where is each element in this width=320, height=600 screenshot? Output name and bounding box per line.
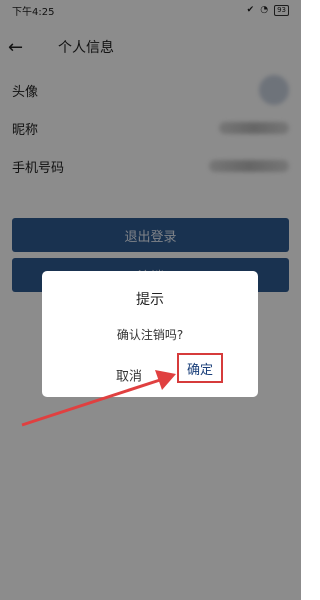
cancel-button[interactable]: 取消 — [116, 366, 142, 385]
confirm-dialog: 提示 确认注销吗? 取消 确定 — [42, 271, 258, 397]
confirm-button[interactable]: 确定 — [177, 353, 223, 383]
dialog-title: 提示 — [136, 292, 164, 308]
dialog-message: 确认注销吗? — [116, 328, 184, 342]
